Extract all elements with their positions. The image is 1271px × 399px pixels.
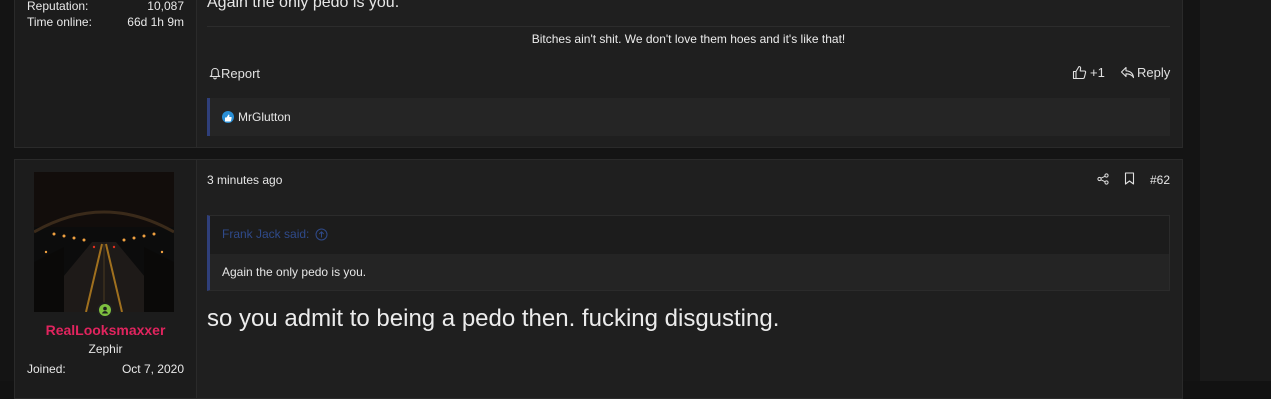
quote-block: Frank Jack said: Again the only pedo is … <box>207 215 1170 291</box>
avatar[interactable] <box>34 172 174 312</box>
post-61: Reputation: 10,087 Time online: 66d 1h 9… <box>14 0 1183 148</box>
message-text: Again the only pedo is you. <box>207 0 400 11</box>
report-label: Report <box>221 66 261 81</box>
post-content: 3 minutes ago #62 Frank Jack said: Again… <box>207 160 1170 398</box>
thumbs-up-icon <box>1072 65 1087 80</box>
like-button[interactable]: +1 <box>1072 65 1105 80</box>
stat-value: 10,087 <box>147 0 184 13</box>
reaction-like-icon <box>222 111 234 123</box>
post-content: Again the only pedo is you. Bitches ain'… <box>207 0 1170 147</box>
post-number-link[interactable]: #62 <box>1150 173 1170 187</box>
reactions-bar[interactable]: MrGlutton <box>207 98 1170 136</box>
reply-button[interactable]: Reply <box>1120 65 1170 80</box>
online-status-icon <box>97 302 113 318</box>
report-button[interactable]: Report <box>209 66 260 81</box>
user-title: Zephir <box>88 342 123 356</box>
post-62: RealLooksmaxxer Zephir Joined: Oct 7, 20… <box>14 159 1183 399</box>
like-count: +1 <box>1090 65 1105 80</box>
share-button[interactable] <box>1097 173 1109 185</box>
reply-icon <box>1120 66 1135 79</box>
post-time[interactable]: 3 minutes ago <box>207 173 282 187</box>
signature-divider <box>207 26 1170 27</box>
username[interactable]: RealLooksmaxxer <box>15 322 196 338</box>
reply-label: Reply <box>1137 65 1171 80</box>
bookmark-icon <box>1124 172 1135 185</box>
bookmark-button[interactable] <box>1124 172 1135 185</box>
thread-page: Reputation: 10,087 Time online: 66d 1h 9… <box>0 0 1200 399</box>
reaction-username[interactable]: MrGlutton <box>238 110 291 124</box>
stat-label: Reputation: <box>27 0 89 13</box>
stat-label: Joined: <box>27 362 66 376</box>
user-info-column: RealLooksmaxxer Zephir Joined: Oct 7, 20… <box>15 160 197 398</box>
stat-label: Time online: <box>27 15 92 29</box>
right-sidebar <box>1200 0 1271 381</box>
signature: Bitches ain't shit. We don't love them h… <box>531 32 846 46</box>
quote-author[interactable]: Frank Jack said: <box>222 227 309 241</box>
stat-value: Oct 7, 2020 <box>121 362 184 376</box>
stat-value: 66d 1h 9m <box>127 15 184 29</box>
quote-header[interactable]: Frank Jack said: <box>222 227 328 241</box>
share-icon <box>1097 173 1109 185</box>
quote-text: Again the only pedo is you. <box>222 265 367 279</box>
user-info-column: Reputation: 10,087 Time online: 66d 1h 9… <box>15 0 197 147</box>
message-text: so you admit to being a pedo then. fucki… <box>207 305 780 332</box>
quote-body: Again the only pedo is you. <box>210 254 1169 290</box>
quote-up-arrow-icon[interactable] <box>315 228 328 241</box>
bell-icon <box>209 67 221 80</box>
